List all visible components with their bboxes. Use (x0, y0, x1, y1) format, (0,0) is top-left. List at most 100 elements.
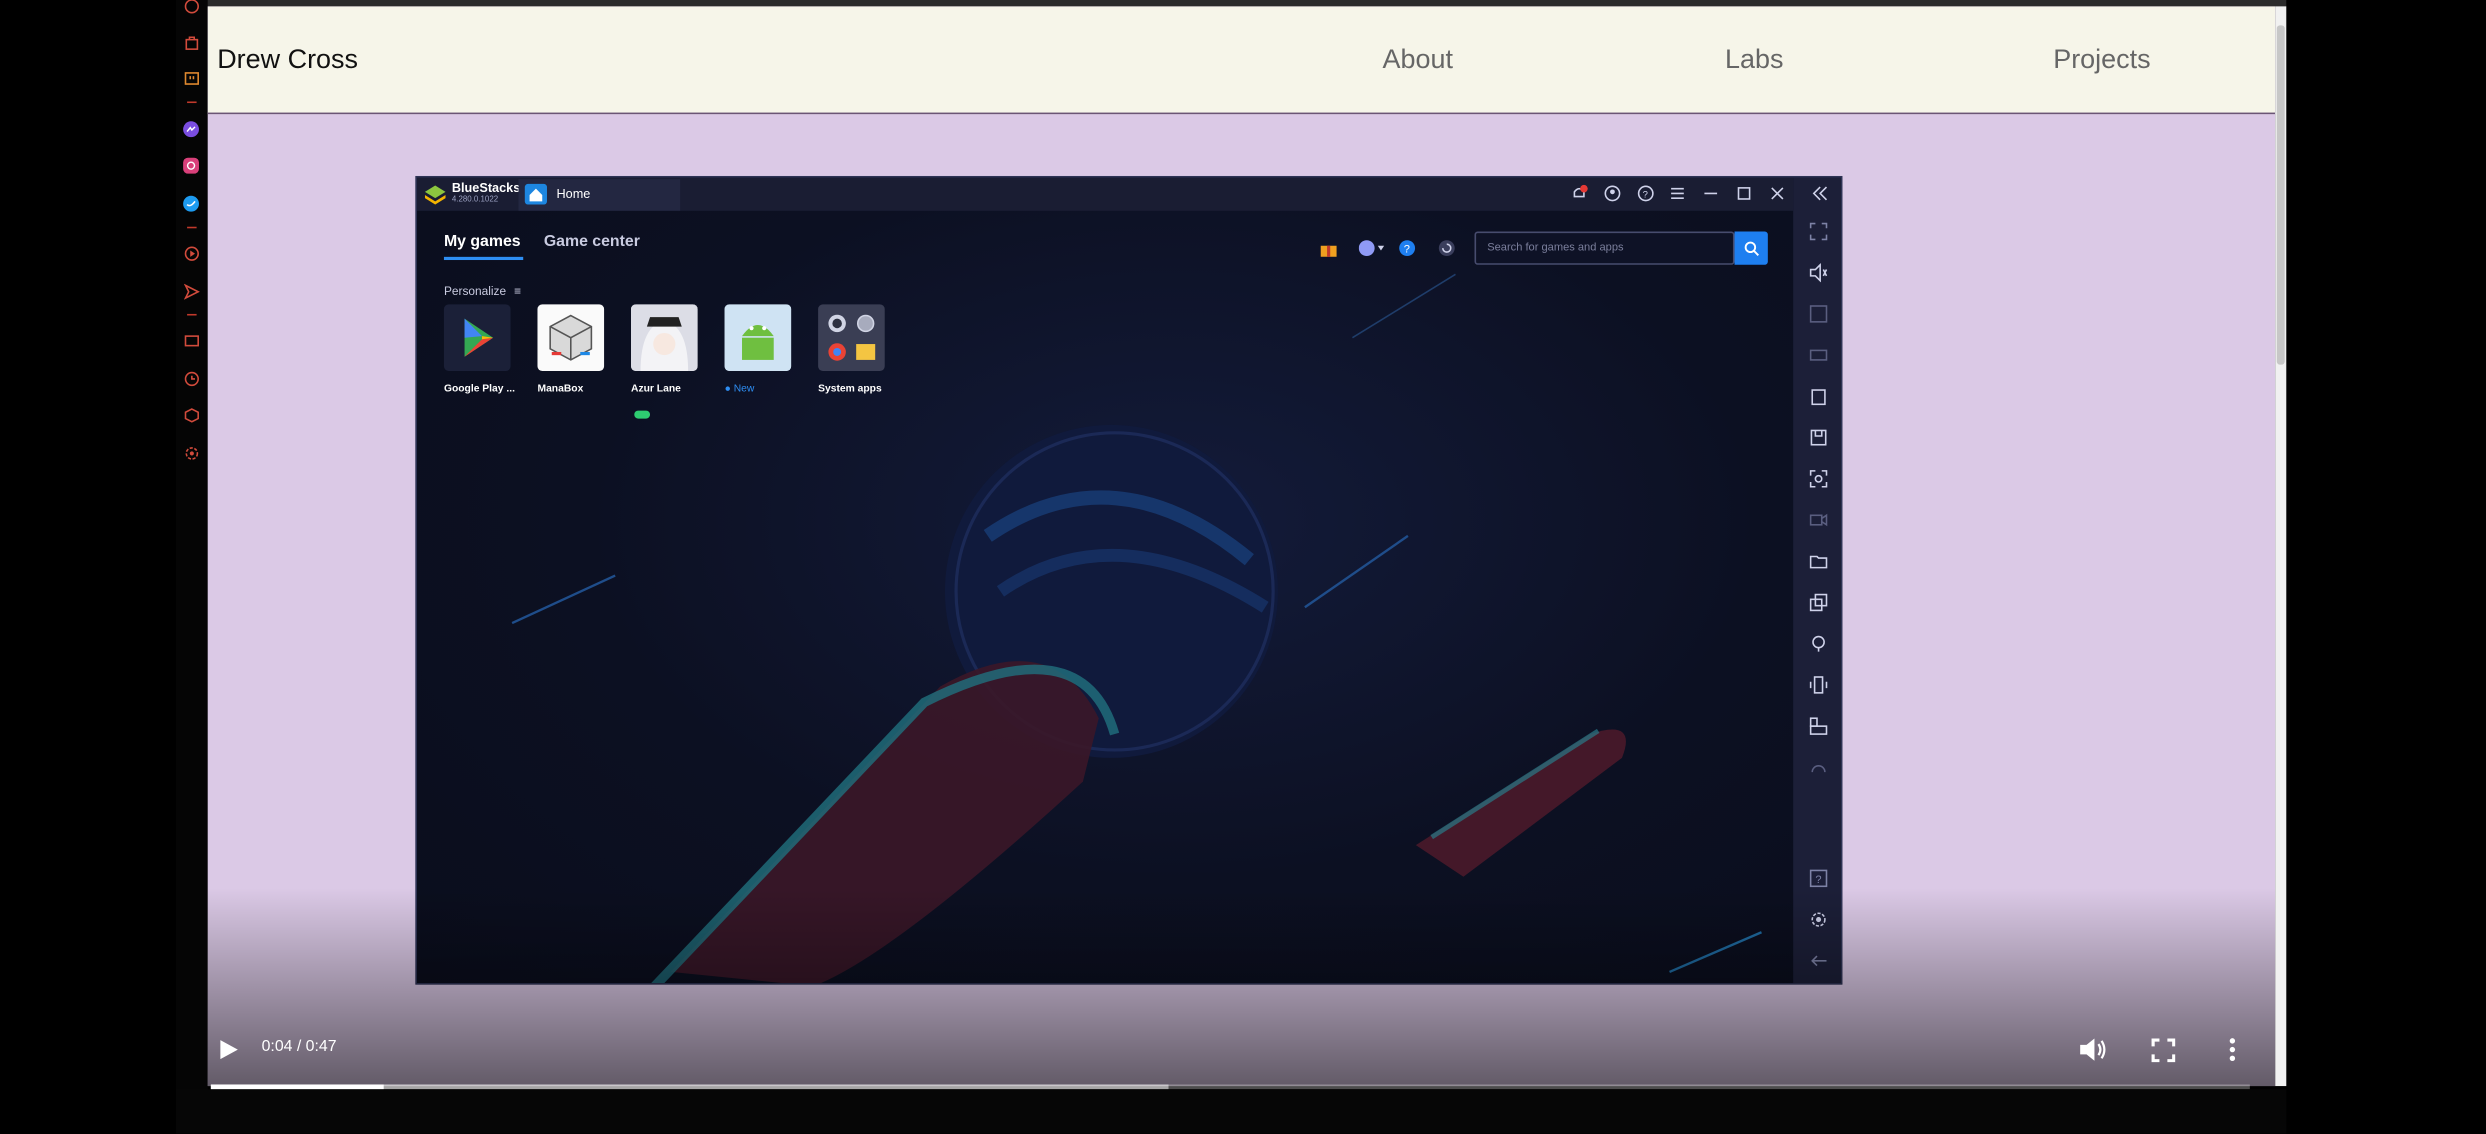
app-google-play[interactable]: Google Play ... (443, 304, 515, 395)
rotate-icon[interactable] (1809, 717, 1828, 736)
app-label-new: ● New (724, 383, 755, 395)
divider (187, 101, 197, 104)
notification-bell-icon[interactable] (1570, 184, 1589, 203)
nav-link-labs[interactable]: Labs (1725, 44, 1783, 76)
menu-icon[interactable] (1668, 184, 1687, 203)
mute-icon[interactable] (1809, 263, 1828, 283)
collapse-icon[interactable] (1809, 184, 1828, 203)
folder-icon[interactable] (1809, 552, 1828, 571)
tab-my-games[interactable]: My games (444, 233, 521, 250)
account-icon[interactable] (1603, 184, 1622, 203)
android-icon (724, 304, 792, 372)
bluestacks-side-toolbar: ? (1793, 177, 1841, 984)
taskbar-strip (175, 1089, 2287, 1134)
nav-link-projects[interactable]: Projects (2053, 44, 2150, 76)
save-icon[interactable] (1809, 428, 1828, 447)
personalize-button[interactable]: Personalize ≡ (444, 284, 521, 298)
tab-game-center[interactable]: Game center (544, 233, 640, 250)
record-icon[interactable] (1809, 511, 1828, 530)
site-brand[interactable]: Drew Cross (217, 44, 358, 76)
bluestacks-titlebar: BlueStacks 4.280.0.1022 Home ? (416, 177, 1794, 211)
instagram-icon[interactable] (182, 157, 199, 174)
check-icon[interactable] (182, 0, 199, 14)
svg-text:?: ? (1643, 189, 1648, 200)
bluestacks-home: My games Game center Personalize ≡ ? Sea… (416, 210, 1794, 984)
more-options-button[interactable] (2221, 1035, 2243, 1064)
google-play-icon (443, 304, 511, 372)
volume-button[interactable] (2077, 1035, 2109, 1064)
app-label: Azur Lane (631, 383, 681, 395)
messenger-icon[interactable] (182, 120, 199, 138)
minimize-icon[interactable] (1701, 184, 1720, 203)
tab-home-label: Home (556, 187, 591, 202)
discord-icon[interactable] (1358, 239, 1388, 257)
app-system-apps[interactable]: System apps (818, 304, 888, 395)
system-apps-icon (818, 304, 885, 372)
search-icon (1743, 240, 1759, 256)
home-icon (524, 183, 547, 205)
app-label: System apps (818, 383, 882, 395)
fullscreen-icon (2150, 1037, 2175, 1062)
tab-active-indicator (443, 256, 524, 261)
cube-icon[interactable] (182, 406, 199, 423)
pointer-icon[interactable] (1809, 304, 1828, 323)
multi-instance-icon[interactable] (1809, 593, 1828, 612)
svg-text:?: ? (1403, 244, 1409, 256)
svg-text:?: ? (1815, 874, 1821, 886)
play-icon (219, 1040, 238, 1060)
app-label: ManaBox (537, 383, 584, 395)
send-icon[interactable] (182, 282, 199, 299)
site-navbar: Drew Cross About Labs Projects (207, 6, 2276, 115)
install-apk-icon[interactable] (1809, 387, 1828, 406)
app-azur-lane[interactable]: Azur Lane (631, 304, 701, 428)
video-player[interactable]: BlueStacks 4.280.0.1022 Home ? My games … (415, 175, 1843, 985)
video-timecode: 0:04 / 0:47 (261, 1038, 337, 1056)
twitch-icon[interactable] (182, 70, 199, 87)
close-icon[interactable] (1768, 184, 1787, 203)
twitter-icon[interactable] (182, 195, 199, 212)
refresh-icon[interactable] (1436, 239, 1455, 257)
bluestacks-version: 4.280.0.1022 (451, 195, 499, 205)
divider (187, 313, 197, 316)
maximize-icon[interactable] (1735, 184, 1754, 203)
gift-icon[interactable] (1319, 239, 1338, 257)
clock-icon[interactable] (182, 369, 199, 386)
app-new[interactable]: ● New (724, 304, 795, 395)
eco-mode-icon[interactable] (1809, 758, 1828, 777)
manabox-icon (537, 304, 605, 372)
personalize-label: Personalize (443, 283, 507, 299)
help-square-icon[interactable]: ? (1809, 869, 1828, 888)
search-placeholder: Search for games and apps (1487, 242, 1624, 254)
divider (187, 226, 197, 229)
azur-lane-icon (631, 304, 698, 372)
browser-sidebar (175, 0, 208, 1134)
help-circle-icon[interactable]: ? (1397, 239, 1416, 257)
search-input[interactable]: Search for games and apps (1474, 231, 1735, 265)
shake-icon[interactable] (1809, 675, 1828, 694)
play-button[interactable] (216, 1037, 241, 1062)
gamepad-icon (634, 400, 701, 429)
keyboard-icon[interactable] (1809, 346, 1828, 365)
nav-link-about[interactable]: About (1383, 44, 1453, 76)
fullscreen-icon[interactable] (1809, 222, 1828, 241)
settings-icon[interactable] (182, 444, 199, 461)
bluestacks-name: BlueStacks (451, 180, 521, 196)
fullscreen-button[interactable] (2148, 1037, 2177, 1062)
screenshot-icon[interactable] (1809, 469, 1828, 488)
location-icon[interactable] (1809, 634, 1828, 653)
bag-icon[interactable] (182, 33, 199, 50)
volume-icon (2080, 1038, 2106, 1061)
app-manabox[interactable]: ManaBox (537, 304, 607, 395)
video-controls-gradient (207, 887, 2276, 1087)
tab-home[interactable]: Home (518, 179, 681, 211)
cast-icon[interactable] (182, 331, 199, 348)
sliders-icon: ≡ (514, 283, 522, 299)
help-icon[interactable]: ? (1636, 184, 1655, 203)
bluestacks-logo-icon (424, 184, 446, 205)
screen: Drew Cross About Labs Projects BlueStack… (0, 0, 2486, 1134)
more-vertical-icon (2229, 1038, 2236, 1062)
scrollbar-thumb[interactable] (2276, 25, 2285, 365)
play-circle-icon[interactable] (182, 244, 199, 261)
search-button[interactable] (1734, 231, 1768, 265)
background-art (511, 273, 1762, 984)
